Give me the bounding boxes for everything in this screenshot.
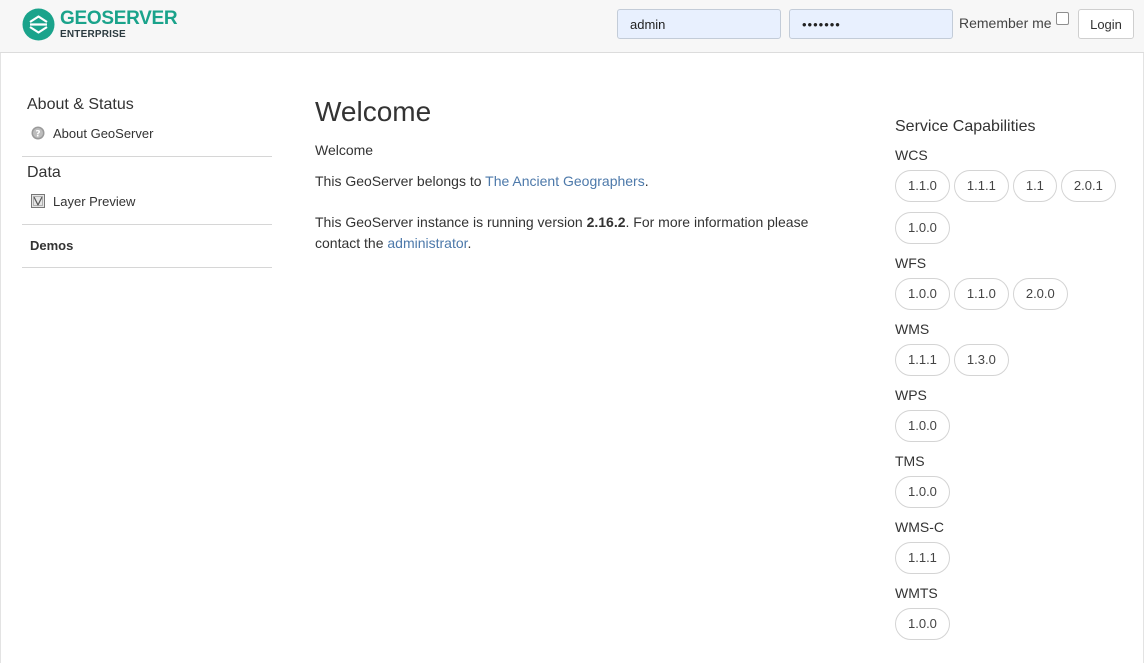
help-circle-icon: ? (31, 126, 45, 140)
version-pill[interactable]: 1.3.0 (953, 344, 1009, 376)
version-pill[interactable]: 2.0.1 (1060, 170, 1116, 202)
version-pill[interactable]: 1.1 (1012, 170, 1057, 202)
sidebar-item-about-geoserver[interactable]: ? About GeoServer (22, 118, 272, 148)
version-prefix: This GeoServer instance is running versi… (315, 214, 587, 230)
logo-title: GEOSERVER (60, 8, 178, 29)
belongs-suffix: . (644, 173, 649, 189)
svg-text:?: ? (35, 130, 40, 140)
login-button[interactable]: Login (1078, 9, 1134, 39)
service-name-wps: WPS (895, 387, 927, 403)
service-versions-tms: 1.0.0 (895, 476, 1135, 518)
service-name-wms: WMS (895, 321, 930, 337)
geoserver-logo-icon (22, 8, 55, 41)
sidebar-item-label: Layer Preview (53, 193, 136, 209)
logo-subtitle: ENTERPRISE (60, 29, 126, 40)
sidebar-divider (22, 267, 272, 268)
version-pill[interactable]: 1.1.0 (895, 170, 950, 202)
organization-link[interactable]: The Ancient Geographers (485, 173, 645, 189)
sidebar-section-about-status: About & Status (27, 96, 134, 113)
version-pill[interactable]: 1.0.0 (895, 212, 950, 244)
sidebar-divider (22, 156, 272, 157)
admin-suffix: . (467, 235, 472, 251)
welcome-text: Welcome (315, 142, 374, 158)
password-input[interactable] (789, 9, 953, 39)
username-input[interactable] (617, 9, 781, 39)
version-pill[interactable]: 1.1.1 (895, 542, 950, 574)
version-paragraph: This GeoServer instance is running versi… (315, 212, 835, 254)
version-pill[interactable]: 1.0.0 (895, 476, 950, 508)
sidebar-nav: About & Status ? About GeoServer Data La… (22, 92, 272, 268)
belongs-paragraph: This GeoServer belongs to The Ancient Ge… (315, 171, 835, 192)
remember-me-label: Remember me (959, 15, 1052, 31)
service-versions-wfs: 1.0.0 1.1.0 2.0.0 (895, 278, 1135, 320)
service-versions-wps: 1.0.0 (895, 410, 1135, 452)
version-number: 2.16.2 (586, 214, 626, 230)
service-name-wfs: WFS (895, 255, 927, 271)
service-versions-wcs: 1.1.0 1.1.1 1.1 2.0.1 1.0.0 (895, 170, 1135, 254)
version-pill[interactable]: 1.1.1 (953, 170, 1009, 202)
remember-me-checkbox[interactable] (1056, 12, 1069, 25)
version-pill[interactable]: 1.0.0 (895, 278, 950, 310)
service-name-wms-c: WMS-C (895, 519, 944, 535)
belongs-prefix: This GeoServer belongs to (315, 173, 486, 189)
sidebar-item-layer-preview[interactable]: Layer Preview (22, 186, 272, 216)
sidebar-section-data: Data (27, 164, 61, 181)
service-versions-wmts: 1.0.0 (895, 608, 1135, 650)
administrator-link[interactable]: administrator (387, 235, 467, 251)
service-versions-wms-c: 1.1.1 (895, 542, 1135, 584)
version-pill[interactable]: 2.0.0 (1012, 278, 1068, 310)
layer-preview-icon (31, 194, 45, 208)
sidebar-item-demos[interactable]: Demos (22, 225, 272, 267)
version-pill[interactable]: 1.1.1 (895, 344, 950, 376)
version-pill[interactable]: 1.0.0 (895, 410, 950, 442)
version-pill[interactable]: 1.1.0 (953, 278, 1009, 310)
service-name-tms: TMS (895, 453, 925, 469)
main-content: Welcome Welcome This GeoServer belongs t… (315, 92, 835, 254)
service-name-wcs: WCS (895, 147, 928, 163)
geoserver-logo[interactable]: GEOSERVER ENTERPRISE (22, 8, 178, 41)
service-capabilities-panel: Service Capabilities WCS 1.1.0 1.1.1 1.1… (895, 116, 1135, 650)
version-pill[interactable]: 1.0.0 (895, 608, 950, 640)
page-title: Welcome (315, 96, 432, 127)
service-versions-wms: 1.1.1 1.3.0 (895, 344, 1135, 386)
service-name-wmts: WMTS (895, 585, 938, 601)
top-header: GEOSERVER ENTERPRISE Remember me Login (0, 0, 1144, 53)
service-capabilities-title: Service Capabilities (895, 118, 1036, 135)
sidebar-item-label: About GeoServer (53, 125, 154, 141)
